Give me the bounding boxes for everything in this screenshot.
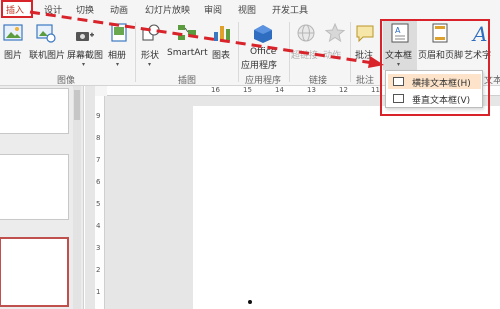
text-group-highlight-box — [380, 19, 490, 116]
